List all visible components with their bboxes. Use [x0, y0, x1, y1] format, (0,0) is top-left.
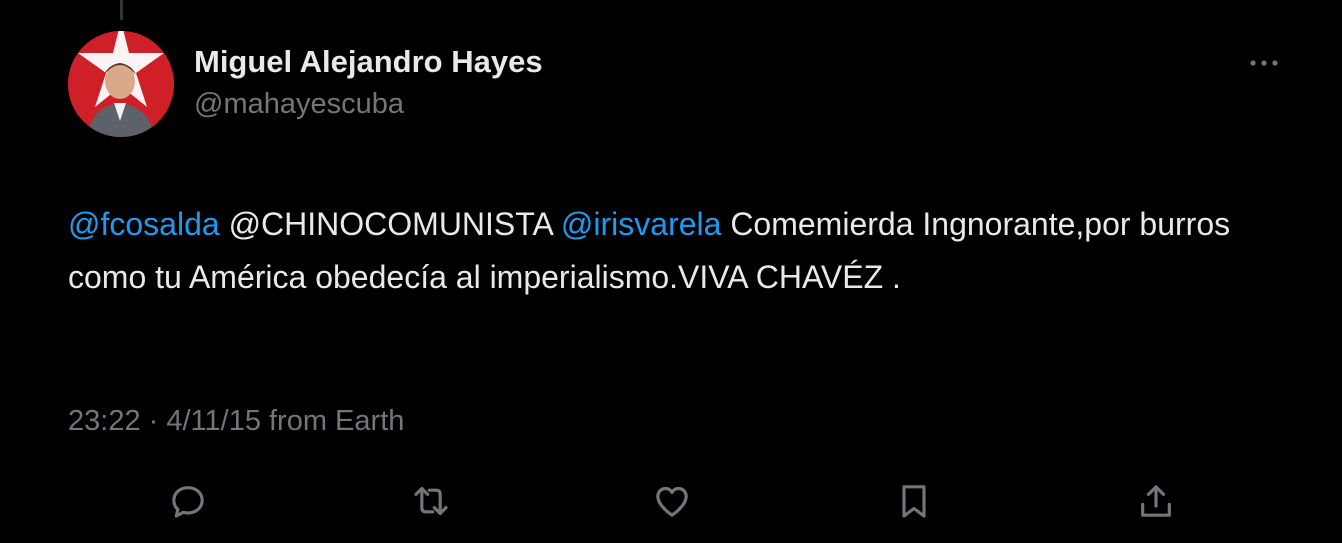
share-icon [1141, 485, 1171, 517]
retweet-button[interactable] [406, 476, 456, 526]
thread-connector-line [120, 0, 123, 20]
tweet-text-segment: @CHINOCOMUNISTA [219, 206, 561, 242]
tweet-text: @fcosalda @CHINOCOMUNISTA @irisvarela Co… [68, 198, 1288, 304]
more-options-button[interactable] [1242, 48, 1286, 78]
tweet-timestamp[interactable]: 23:22 · 4/11/15 from Earth [68, 405, 404, 438]
reply-button[interactable] [163, 476, 213, 526]
reply-icon [172, 486, 204, 518]
action-bar [0, 476, 1342, 526]
bookmark-button[interactable] [889, 476, 939, 526]
share-button[interactable] [1131, 476, 1181, 526]
retweet-icon [414, 486, 448, 516]
more-horizontal-icon [1250, 60, 1278, 66]
like-button[interactable] [647, 476, 697, 526]
mention-link[interactable]: @fcosalda [68, 206, 220, 242]
bookmark-icon [902, 485, 926, 518]
mention-link[interactable]: @irisvarela [561, 206, 722, 242]
heart-icon [656, 486, 688, 517]
author-name[interactable]: Miguel Alejandro Hayes [194, 44, 543, 80]
author-handle[interactable]: @mahayescuba [194, 88, 404, 121]
avatar[interactable] [68, 31, 174, 137]
avatar-image [68, 31, 174, 137]
